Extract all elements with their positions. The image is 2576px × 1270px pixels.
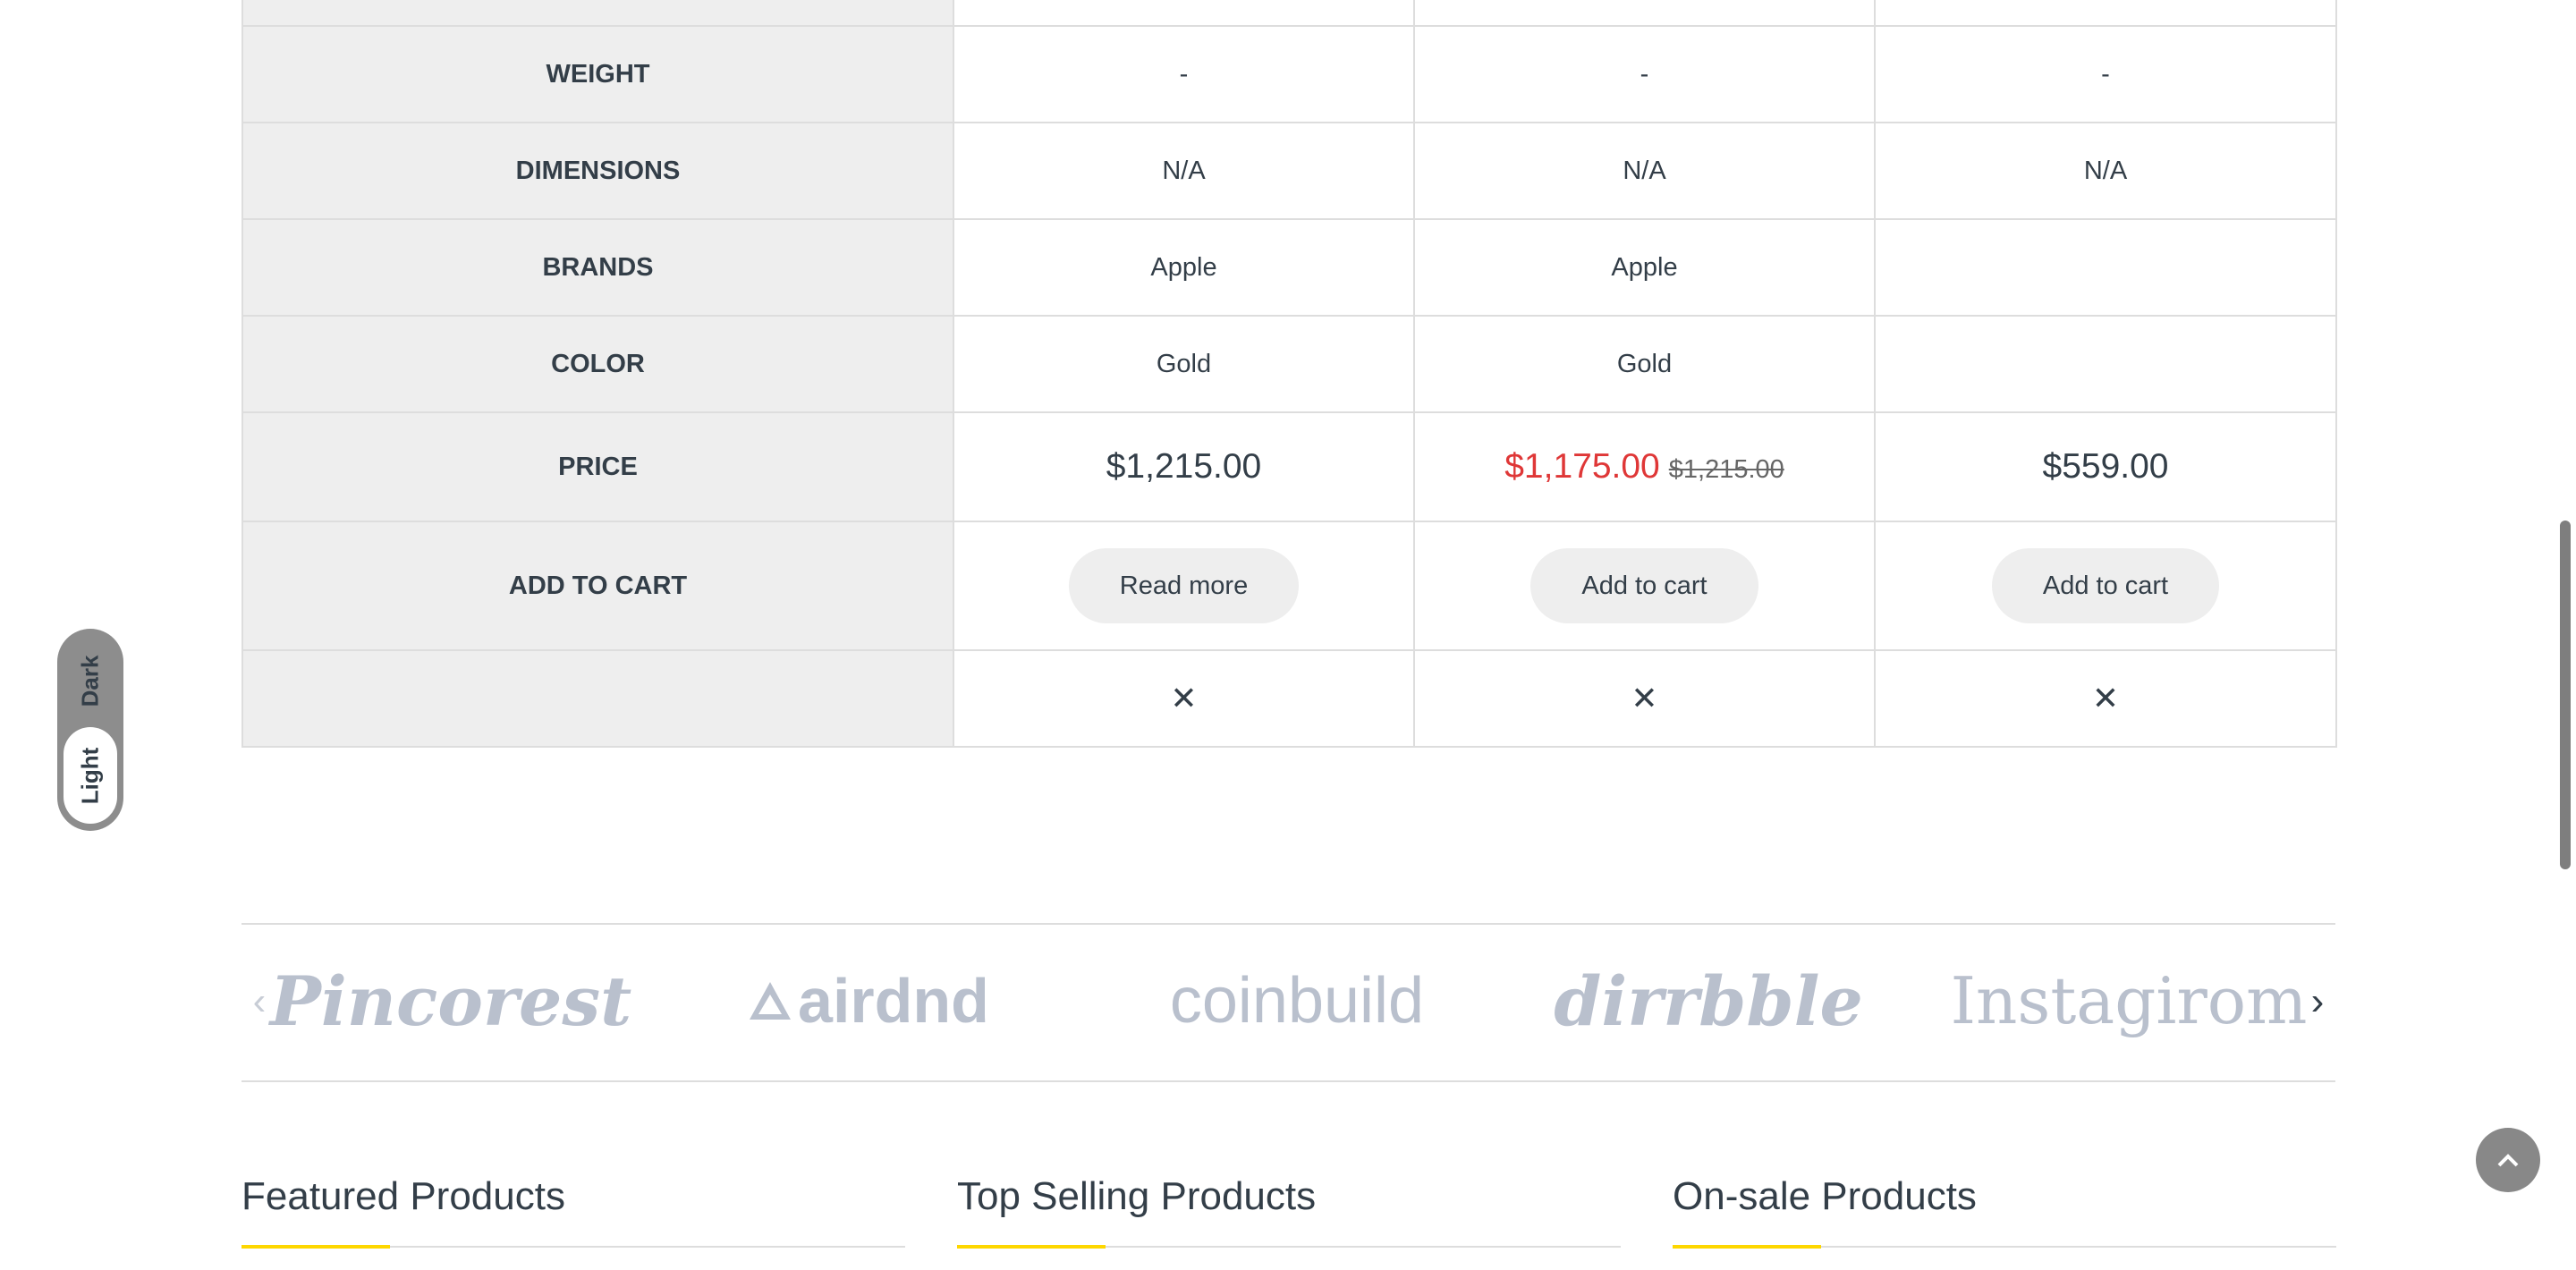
brand-logo-pincorest[interactable]: Pincorest [270, 952, 632, 1050]
section-underline [1673, 1245, 1821, 1249]
section-title[interactable]: Top Selling Products [957, 1165, 1621, 1228]
row-label-remove [242, 649, 954, 748]
cell-weight-2: - [1413, 25, 1876, 123]
table-row-color: COLOR Gold Gold [242, 315, 2337, 413]
cell-cart-2: Add to cart [1413, 521, 1876, 651]
cell-price-1: $1,215.00 [953, 411, 1415, 522]
brand-logo-coinbuild[interactable]: coinbuild [1163, 952, 1431, 1050]
sale-price: $1,175.00 [1504, 447, 1660, 486]
close-icon[interactable]: ✕ [1631, 680, 1657, 716]
row-label [242, 0, 954, 27]
row-label-brands: BRANDS [242, 218, 954, 317]
cell-dimensions-2: N/A [1413, 122, 1876, 220]
table-row [242, 0, 2337, 27]
theme-switch[interactable]: Dark Light [57, 629, 123, 831]
brand-logo-airdnd[interactable]: airdnd [742, 952, 993, 1050]
cell-dimensions-1: N/A [953, 122, 1415, 220]
featured-products-heading: Featured Products [242, 1165, 905, 1249]
close-icon[interactable]: ✕ [2092, 680, 2119, 716]
cell-brands-1: Apple [953, 218, 1415, 317]
airdnd-triangle-icon [750, 982, 792, 1020]
table-row-remove: ✕ ✕ ✕ [242, 649, 2337, 748]
cell-color-2: Gold [1413, 315, 1876, 413]
regular-price-strikethrough: $1,215.00 [1668, 455, 1784, 484]
cell-remove-2: ✕ [1413, 649, 1876, 748]
cell-weight-1: - [953, 25, 1415, 123]
theme-light-option[interactable]: Light [64, 727, 117, 824]
cell-weight-3: - [1874, 25, 2337, 123]
table-row-weight: WEIGHT - - - [242, 25, 2337, 123]
add-to-cart-button[interactable]: Add to cart [1530, 548, 1758, 623]
on-sale-products-heading: On-sale Products [1673, 1165, 2336, 1249]
row-label-color: COLOR [242, 315, 954, 413]
cell-brands-3 [1874, 218, 2337, 317]
table-row-dimensions: DIMENSIONS N/A N/A N/A [242, 122, 2337, 220]
back-to-top-button[interactable] [2476, 1128, 2540, 1192]
cell-remove-3: ✕ [1874, 649, 2337, 748]
price-value: $559.00 [2042, 447, 2169, 486]
table-row-brands: BRANDS Apple Apple [242, 218, 2337, 317]
cell-price-2: $1,175.00 $1,215.00 [1413, 411, 1876, 522]
cell-dimensions-3: N/A [1874, 122, 2337, 220]
close-icon[interactable]: ✕ [1170, 680, 1197, 716]
compare-table: WEIGHT - - - DIMENSIONS N/A N/A N/A BRAN… [242, 0, 2337, 748]
price-value: $1,215.00 [1106, 447, 1262, 486]
row-label-add-to-cart: ADD TO CART [242, 521, 954, 651]
cell-cart-1: Read more [953, 521, 1415, 651]
cell-remove-1: ✕ [953, 649, 1415, 748]
theme-light-label: Light [76, 747, 104, 804]
top-selling-products-heading: Top Selling Products [957, 1165, 1621, 1249]
cell-color-3 [1874, 315, 2337, 413]
table-row-price: PRICE $1,215.00 $1,175.00 $1,215.00 $559.… [242, 411, 2337, 522]
section-underline [242, 1245, 390, 1249]
brand-logo-dirrbble[interactable]: dirrbble [1554, 952, 1863, 1050]
brand-logo-airdnd-text: airdnd [798, 966, 989, 1036]
scrollbar-thumb[interactable] [2560, 521, 2571, 869]
row-label-weight: WEIGHT [242, 25, 954, 123]
brand-carousel: ‹ Pincorest airdnd coinbuild dirrbble In… [242, 923, 2335, 1082]
brand-logo-instagirom[interactable]: Instagirom [1951, 952, 2308, 1050]
read-more-button[interactable]: Read more [1068, 548, 1300, 623]
row-label-price: PRICE [242, 411, 954, 522]
chevron-right-icon[interactable]: › [2300, 977, 2335, 1027]
table-row-add-to-cart: ADD TO CART Read more Add to cart Add to… [242, 521, 2337, 651]
cell-brands-2: Apple [1413, 218, 1876, 317]
chevron-up-icon [2497, 1154, 2519, 1167]
theme-dark-option[interactable]: Dark [57, 641, 123, 720]
section-underline [957, 1245, 1106, 1249]
section-title[interactable]: Featured Products [242, 1165, 905, 1228]
add-to-cart-button[interactable]: Add to cart [1991, 548, 2220, 623]
theme-dark-label: Dark [76, 655, 104, 707]
cell-cart-3: Add to cart [1874, 521, 2337, 651]
section-title[interactable]: On-sale Products [1673, 1165, 2336, 1228]
cell-price-3: $559.00 [1874, 411, 2337, 522]
cell-color-1: Gold [953, 315, 1415, 413]
row-label-dimensions: DIMENSIONS [242, 122, 954, 220]
